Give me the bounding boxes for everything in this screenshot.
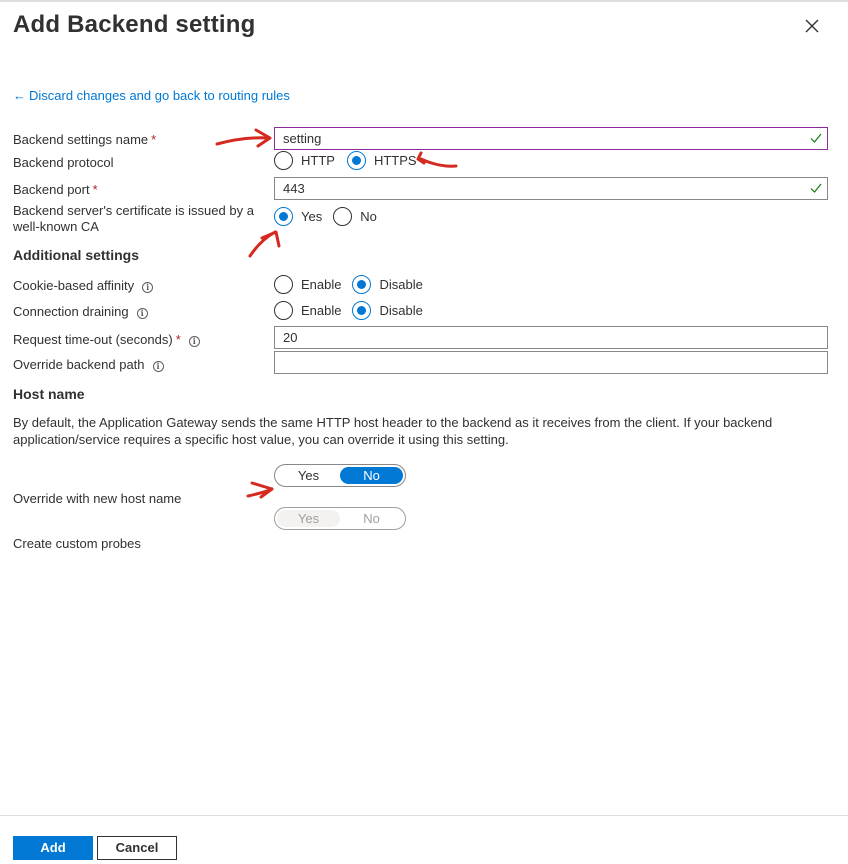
radio-circle-checked <box>346 150 366 170</box>
discard-changes-label: Discard changes and go back to routing r… <box>29 88 290 103</box>
request-timeout-label: Request time-out (seconds) * i <box>13 332 200 348</box>
backend-protocol-label: Backend protocol <box>13 155 114 170</box>
request-timeout-input[interactable]: 20 <box>274 326 828 349</box>
override-backend-path-label: Override backend path i <box>13 357 164 373</box>
connection-draining-enable-radio[interactable]: Enable <box>274 300 342 320</box>
toggle-yes[interactable]: Yes <box>277 467 340 484</box>
override-host-name-toggle[interactable]: Yes No <box>274 464 406 487</box>
backend-port-text: Backend port <box>13 182 90 197</box>
radio-circle <box>274 274 293 294</box>
annotation-arrowhead-host <box>250 481 274 499</box>
backend-port-label: Backend port * <box>13 182 98 198</box>
toggle-no-selected[interactable]: No <box>340 467 403 484</box>
cookie-affinity-disable-radio[interactable]: Disable <box>352 274 423 294</box>
radio-circle-checked <box>352 274 372 294</box>
required-marker: * <box>92 182 98 197</box>
create-custom-probes-label: Create custom probes <box>13 536 141 551</box>
radio-label: Yes <box>301 208 323 224</box>
radio-circle-checked <box>352 300 372 320</box>
valid-check-icon <box>810 183 822 193</box>
cookie-affinity-enable-radio[interactable]: Enable <box>274 274 342 294</box>
toggle-yes-selected: Yes <box>277 510 340 527</box>
override-backend-path-input[interactable] <box>274 351 828 374</box>
radio-circle <box>274 150 293 170</box>
well-known-ca-radio-group: Yes No <box>274 206 388 226</box>
connection-draining-text: Connection draining <box>13 304 129 319</box>
override-host-name-label: Override with new host name <box>13 491 182 506</box>
backend-protocol-radio-group: HTTP HTTPS <box>274 150 428 170</box>
host-name-description: By default, the Application Gateway send… <box>13 415 773 447</box>
required-marker: * <box>151 132 157 147</box>
radio-circle <box>333 206 353 226</box>
well-known-ca-label: Backend server's certificate is issued b… <box>13 203 254 234</box>
footer-divider <box>0 815 848 816</box>
page-title: Add Backend setting <box>13 11 256 38</box>
annotation-arrow-name <box>215 136 270 146</box>
request-timeout-value: 20 <box>283 330 298 345</box>
cookie-affinity-label: Cookie-based affinity i <box>13 278 154 294</box>
backend-settings-name-value: setting <box>283 131 322 146</box>
cookie-affinity-text: Cookie-based affinity <box>13 278 135 293</box>
radio-label: Disable <box>379 302 423 318</box>
additional-settings-heading: Additional settings <box>13 247 139 263</box>
override-backend-path-text: Override backend path <box>13 357 145 372</box>
info-icon[interactable]: i <box>188 336 200 347</box>
connection-draining-label: Connection draining i <box>13 304 148 320</box>
add-button[interactable]: Add <box>13 836 93 860</box>
radio-label: HTTPS <box>373 152 417 168</box>
info-icon[interactable]: i <box>136 308 148 319</box>
top-divider <box>0 0 848 2</box>
well-known-ca-no-radio[interactable]: No <box>333 206 377 226</box>
info-icon[interactable]: i <box>142 282 154 293</box>
protocol-http-radio[interactable]: HTTP <box>274 150 335 170</box>
radio-label: Disable <box>379 276 423 292</box>
radio-label: Enable <box>301 276 342 292</box>
connection-draining-radio-group: Enable Disable <box>274 300 434 320</box>
valid-check-icon <box>810 133 822 143</box>
backend-port-input[interactable]: 443 <box>274 177 828 200</box>
annotation-arrowhead-ca <box>260 230 281 248</box>
radio-label: No <box>360 208 377 224</box>
add-backend-setting-panel: Add Backend setting ← Discard changes and… <box>0 0 848 864</box>
discard-changes-link[interactable]: ← Discard changes and go back to routing … <box>13 88 290 103</box>
required-marker: * <box>175 332 181 347</box>
cancel-button[interactable]: Cancel <box>97 836 177 860</box>
annotation-arrowhead-name <box>254 128 272 148</box>
backend-port-value: 443 <box>283 181 305 196</box>
radio-circle <box>274 300 293 320</box>
request-timeout-text: Request time-out (seconds) <box>13 332 173 347</box>
info-icon[interactable]: i <box>152 361 164 372</box>
protocol-https-radio[interactable]: HTTPS <box>346 150 417 170</box>
back-arrow-icon: ← <box>13 88 26 103</box>
host-name-heading: Host name <box>13 386 85 402</box>
backend-settings-name-label: Backend settings name * <box>13 132 156 148</box>
radio-circle-checked <box>274 206 293 226</box>
radio-label: Enable <box>301 302 342 318</box>
annotation-arrow-ca <box>248 230 277 258</box>
well-known-ca-yes-radio[interactable]: Yes <box>274 206 323 226</box>
create-custom-probes-toggle: Yes No <box>274 507 406 530</box>
backend-settings-name-text: Backend settings name <box>13 132 149 147</box>
connection-draining-disable-radio[interactable]: Disable <box>352 300 423 320</box>
backend-settings-name-input[interactable]: setting <box>274 127 828 150</box>
annotation-arrow-host <box>246 487 274 498</box>
toggle-no: No <box>363 511 380 526</box>
close-icon[interactable] <box>800 14 824 38</box>
radio-label: HTTP <box>301 152 335 168</box>
cookie-affinity-radio-group: Enable Disable <box>274 274 434 294</box>
